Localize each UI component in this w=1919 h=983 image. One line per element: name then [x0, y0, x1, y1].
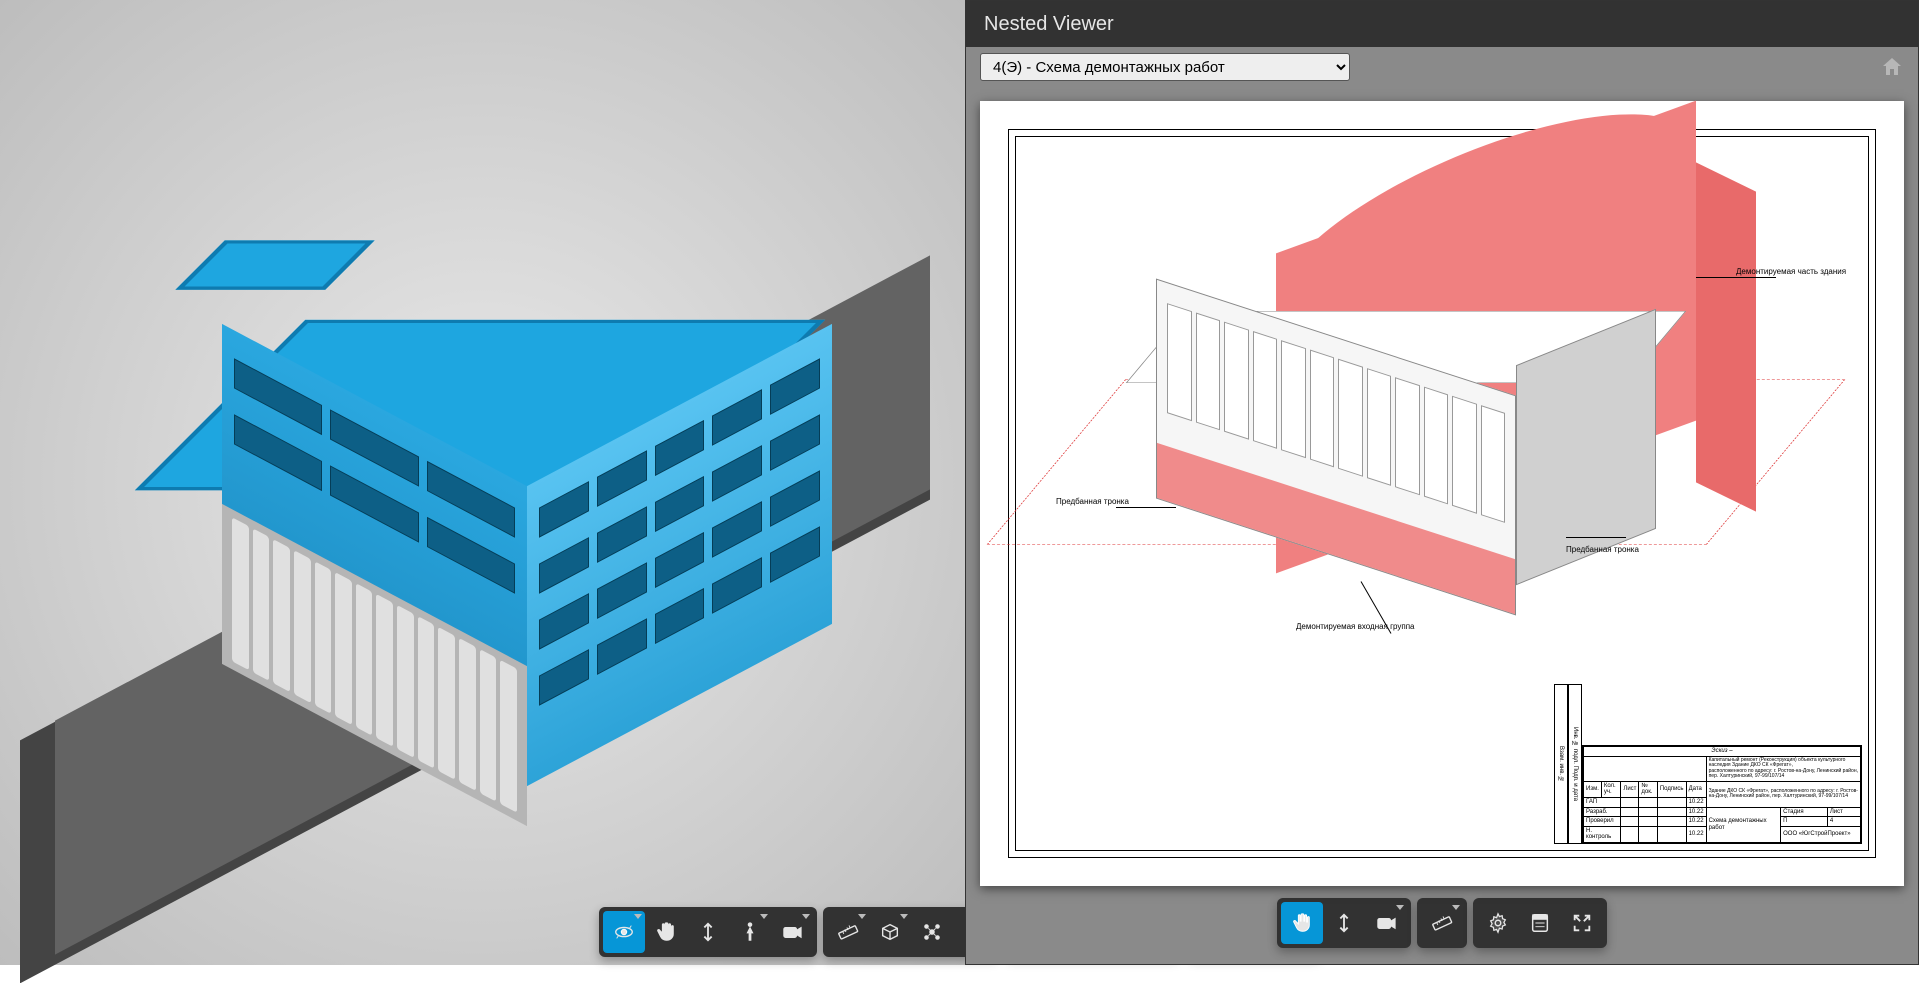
nested-viewer-title: Nested Viewer — [966, 1, 1918, 47]
fullscreen-icon[interactable] — [1561, 902, 1603, 944]
back-building-side — [1696, 162, 1756, 511]
nested-viewer-toolbar — [966, 886, 1918, 964]
chevron-down-icon — [634, 914, 642, 919]
chevron-down-icon — [760, 914, 768, 919]
camera-icon[interactable] — [1365, 902, 1407, 944]
building-roof-annex — [175, 240, 375, 290]
toolbar-group — [1417, 898, 1467, 948]
explode-icon[interactable] — [911, 911, 953, 953]
toolbar-group — [1277, 898, 1411, 948]
gear-icon[interactable] — [1477, 902, 1519, 944]
nested-sheet-canvas[interactable]: Демонтируемая часть здания Предбанная тр… — [980, 101, 1904, 886]
zoom-vert-icon[interactable] — [687, 911, 729, 953]
building-model[interactable] — [160, 80, 860, 720]
ruler-icon[interactable] — [827, 911, 869, 953]
first-person-icon[interactable] — [729, 911, 771, 953]
section-box-icon[interactable] — [869, 911, 911, 953]
titleblock-strip-b: Взам. инв. № — [1554, 684, 1568, 844]
sheet-frame-inner: Демонтируемая часть здания Предбанная тр… — [1015, 136, 1869, 851]
ruler-icon[interactable] — [1421, 902, 1463, 944]
toolbar-group — [1473, 898, 1607, 948]
pan-hand-icon[interactable] — [1281, 902, 1323, 944]
home-icon[interactable] — [1880, 55, 1904, 79]
chevron-down-icon — [1396, 905, 1404, 910]
tb-eskiz: Эскиз – — [1584, 747, 1861, 757]
nested-viewer-subbar: 4(Э) - Схема демонтажных работ — [966, 47, 1918, 87]
callout-front-left: Предбанная тронка — [1056, 497, 1129, 506]
pan-hand-icon[interactable] — [645, 911, 687, 953]
camera-icon[interactable] — [771, 911, 813, 953]
titleblock-strip-a: Инв. № подл. Подп. и дата — [1568, 684, 1582, 844]
zoom-vert-icon[interactable] — [1323, 902, 1365, 944]
nested-viewer-panel: Nested Viewer 4(Э) - Схема демонтажных р… — [965, 0, 1919, 965]
main-3d-viewport[interactable] — [0, 0, 965, 965]
orbit-icon[interactable] — [603, 911, 645, 953]
toolbar-group — [599, 907, 817, 957]
chevron-down-icon — [1452, 905, 1460, 910]
callout-back-demolish: Демонтируемая часть здания — [1736, 267, 1846, 276]
chevron-down-icon — [802, 914, 810, 919]
drawing-body: Демонтируемая часть здания Предбанная тр… — [1096, 177, 1588, 720]
callout-front-right: Предбанная тронка — [1566, 545, 1639, 554]
title-block: Эскиз – Капитальный ремонт (Реконструкци… — [1582, 745, 1862, 844]
sheet-select[interactable]: 4(Э) - Схема демонтажных работ — [980, 53, 1350, 81]
chevron-down-icon — [900, 914, 908, 919]
sheet-frame-outer: Демонтируемая часть здания Предбанная тр… — [1008, 129, 1876, 858]
chevron-down-icon — [858, 914, 866, 919]
callout-entrance: Демонтируемая входная группа — [1296, 622, 1415, 631]
properties-panel-icon[interactable] — [1519, 902, 1561, 944]
